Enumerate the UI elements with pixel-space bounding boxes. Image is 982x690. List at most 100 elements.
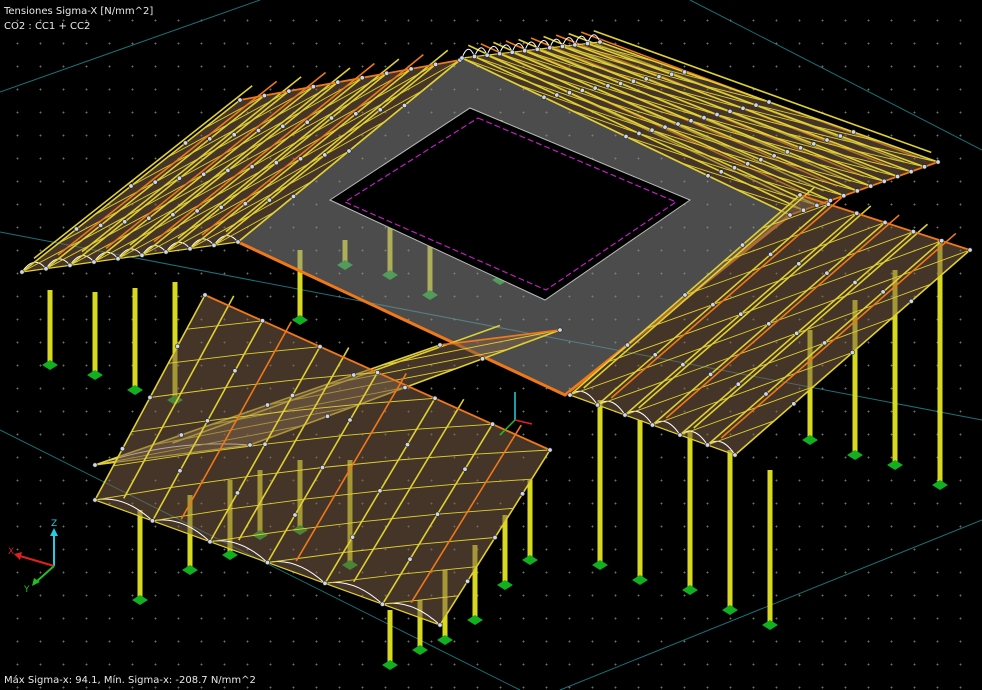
- fe-node: [317, 344, 323, 350]
- fe-node: [404, 442, 410, 448]
- fe-node: [115, 256, 121, 262]
- fe-node: [379, 601, 385, 607]
- fe-node: [177, 468, 183, 474]
- structural-model-3d[interactable]: [0, 0, 982, 690]
- fe-node: [787, 212, 793, 218]
- fe-node: [519, 491, 525, 497]
- fe-node: [796, 261, 802, 267]
- fe-node: [286, 88, 292, 94]
- fe-node: [273, 160, 279, 166]
- fe-node: [290, 194, 296, 200]
- fe-node: [353, 111, 359, 117]
- fe-node: [597, 39, 603, 45]
- fe-node: [618, 81, 624, 87]
- fe-node: [701, 115, 707, 121]
- fe-node: [895, 174, 901, 180]
- fe-node: [910, 229, 916, 235]
- fe-node: [232, 368, 238, 374]
- fe-node: [850, 129, 856, 135]
- fe-node: [738, 311, 744, 317]
- fe-node: [91, 259, 97, 265]
- fe-node: [242, 201, 248, 207]
- local-axis-marker-icon: [499, 392, 533, 436]
- z-axis-label: Z: [51, 519, 58, 529]
- fe-node: [298, 156, 304, 162]
- fe-node: [559, 43, 565, 49]
- fe-node: [359, 75, 365, 81]
- fe-node: [205, 418, 211, 424]
- support-block: [437, 635, 453, 645]
- fe-node: [139, 252, 145, 258]
- fe-node: [120, 446, 126, 452]
- result-title: Tensiones Sigma-X [N/mm^2]: [4, 6, 154, 17]
- fe-node: [921, 164, 927, 170]
- fe-node: [471, 53, 477, 59]
- fe-node: [669, 71, 675, 77]
- fe-node: [225, 167, 231, 173]
- fe-node: [249, 164, 255, 170]
- fe-node: [128, 183, 134, 189]
- fe-node: [384, 70, 390, 76]
- fe-node: [534, 46, 540, 52]
- fe-node: [304, 119, 310, 125]
- fe-node: [554, 92, 560, 98]
- fe-node: [594, 402, 600, 408]
- fe-node: [235, 490, 241, 496]
- support-block: [932, 480, 948, 490]
- fe-node: [74, 226, 80, 232]
- fe-node: [939, 238, 945, 244]
- fe-node: [262, 441, 268, 447]
- fe-node: [908, 169, 914, 175]
- fe-node: [727, 108, 733, 114]
- fe-node: [183, 140, 189, 146]
- fe-node: [710, 302, 716, 308]
- fe-node: [800, 207, 806, 213]
- fe-node: [492, 534, 498, 540]
- fe-node: [682, 292, 688, 298]
- fe-node: [579, 87, 585, 93]
- support-block: [132, 595, 148, 605]
- fe-node: [122, 219, 128, 225]
- fe-node: [547, 447, 553, 453]
- fe-node: [434, 511, 440, 517]
- fe-node: [150, 518, 156, 524]
- fe-node: [791, 401, 797, 407]
- fe-node: [824, 270, 830, 276]
- fe-node: [377, 107, 383, 113]
- fe-node: [854, 188, 860, 194]
- fe-node: [497, 51, 503, 57]
- fe-node: [201, 171, 207, 177]
- fe-node: [656, 74, 662, 80]
- support-block: [127, 385, 143, 395]
- fe-node: [882, 220, 888, 226]
- support-block: [802, 435, 818, 445]
- fe-node: [231, 132, 237, 138]
- fe-node: [758, 157, 764, 163]
- fe-node: [402, 384, 408, 390]
- fe-node: [704, 442, 710, 448]
- support-block: [682, 585, 698, 595]
- fe-node: [547, 45, 553, 51]
- fe-node: [247, 442, 253, 448]
- fe-node: [459, 55, 465, 61]
- fe-node: [849, 349, 855, 355]
- fe-node: [797, 192, 803, 198]
- fe-node: [868, 183, 874, 189]
- fe-node: [464, 578, 470, 584]
- model-viewport[interactable]: Tensiones Sigma-X [N/mm^2] CO2 : CC1 + C…: [0, 0, 982, 690]
- fe-node: [289, 392, 295, 398]
- fe-node: [178, 432, 184, 438]
- fe-node: [566, 90, 572, 96]
- fe-node: [768, 251, 774, 257]
- fe-node: [735, 381, 741, 387]
- fe-node: [319, 464, 325, 470]
- support-block: [87, 370, 103, 380]
- fe-node: [881, 178, 887, 184]
- fe-node: [437, 622, 443, 628]
- fe-node: [662, 124, 668, 130]
- axis-triad-icon: Z X Y: [4, 518, 74, 598]
- support-block: [382, 660, 398, 670]
- support-block: [292, 315, 308, 325]
- fe-node: [146, 215, 152, 221]
- fe-node: [814, 202, 820, 208]
